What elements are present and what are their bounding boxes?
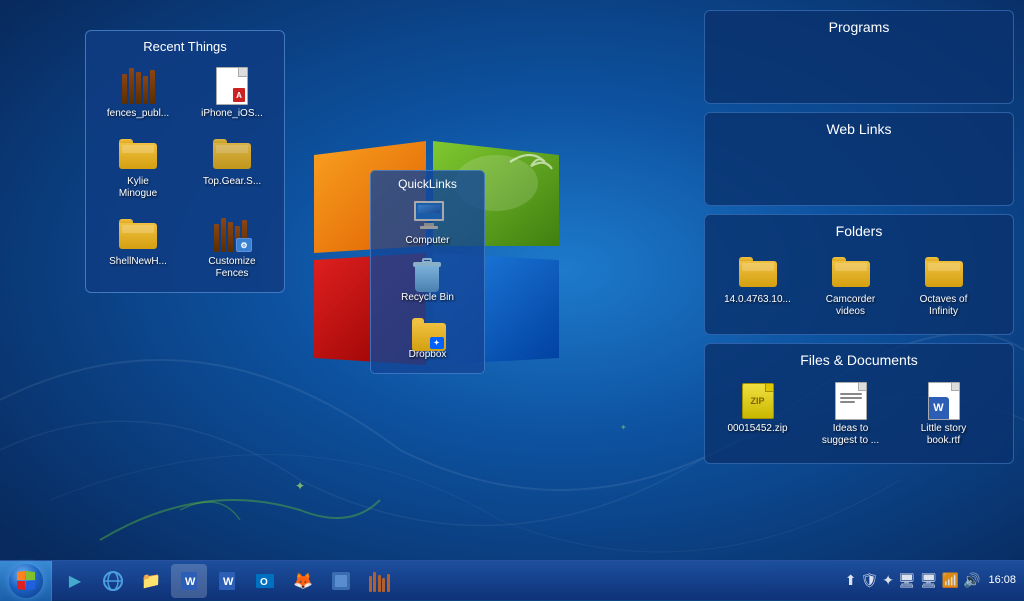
taskbar-explorer[interactable]: 📁 [133,564,169,598]
taskbar-firefox[interactable]: 🦊 [285,564,321,598]
word-doc-icon: W [924,381,964,421]
folders-icons-row: 14.0.4763.10... Camcordervideos [715,244,1003,326]
fences-icon [118,66,158,106]
folder-camcorder-label: Camcordervideos [826,294,875,318]
svg-text:W: W [223,576,234,588]
folder-octaves-icon [924,252,964,292]
recent-fences[interactable]: fences_publ... [94,62,182,124]
taskbar-items: ▶ 📁 W W [52,564,837,598]
start-orb [9,564,43,598]
recent-things-grid: fences_publ... A iPhone_iOS... KylieMino… [94,62,276,284]
folder-14-label: 14.0.4763.10... [724,294,791,306]
unknown-icon [330,570,352,592]
folder-octaves-label: Octaves ofInfinity [920,294,968,318]
taskbar-outlook[interactable]: O [247,564,283,598]
taskbar-fences[interactable] [361,564,397,598]
outlook-icon: O [254,570,276,592]
recycle-bin-icon [412,258,444,290]
tray-upload-icon[interactable]: ⬆ [845,572,857,589]
word2-icon: W [216,570,238,592]
right-panels: Programs Web Links Folders 14.0.4763.10.… [704,10,1014,464]
tray-star-icon[interactable]: ✦ [882,572,894,589]
taskbar-media-player[interactable]: ▶ [57,564,93,598]
folders-panel: Folders 14.0.4763.10... [704,214,1014,335]
recent-kylie-label: KylieMinogue [119,176,157,200]
programs-title: Programs [715,19,1003,35]
recent-iphone-label: iPhone_iOS... [201,108,263,120]
recent-customize-label: CustomizeFences [208,256,255,280]
web-links-panel: Web Links [704,112,1014,206]
files-docs-panel: Files & Documents ZIP 00015452.zip [704,343,1014,464]
files-docs-title: Files & Documents [715,352,1003,368]
taskbar-word2[interactable]: W [209,564,245,598]
quicklinks-recycle[interactable]: Recycle Bin [377,253,478,308]
recent-fences-label: fences_publ... [107,108,169,120]
quicklinks-computer[interactable]: Computer [377,196,478,251]
file-zip-label: 00015452.zip [727,423,787,435]
tray-time: 16:08 [988,573,1016,587]
web-links-title: Web Links [715,121,1003,137]
folder-camcorder[interactable]: Camcordervideos [808,248,893,322]
start-windows-icon [15,570,37,592]
tray-monitor-icon[interactable]: 🖥 [898,572,916,589]
recent-topgear[interactable]: Top.Gear.S... [188,130,276,204]
folder-14[interactable]: 14.0.4763.10... [715,248,800,322]
iphone-doc-icon: A [212,66,252,106]
ie-icon [102,570,124,592]
taskbar-ie[interactable] [95,564,131,598]
recent-shell-label: ShellNewH... [109,256,167,268]
shell-folder-icon [118,214,158,254]
taskbar-tray: ⬆ 🛡 ✦ 🖥 🖥 📶 🔊 16:08 [837,572,1024,589]
dropbox-icon: ✦ [412,315,444,347]
file-word[interactable]: W Little storybook.rtf [901,377,986,451]
ideas-doc-icon [831,381,871,421]
web-links-content [715,142,1003,197]
folder-camcorder-icon [831,252,871,292]
quicklinks-dropbox[interactable]: ✦ Dropbox [377,310,478,365]
customize-fences-icon: ⚙ [212,214,252,254]
folders-title: Folders [715,223,1003,239]
start-button[interactable] [0,561,52,601]
zip-icon: ZIP [738,381,778,421]
svg-text:✦: ✦ [620,423,627,432]
quicklinks-recycle-label: Recycle Bin [401,292,454,303]
computer-monitor-icon [412,201,444,233]
recent-things-title: Recent Things [94,39,276,54]
quicklinks-panel: QuickLinks Computer Recycle Bin [370,170,485,374]
folder-octaves[interactable]: Octaves ofInfinity [901,248,986,322]
taskbar: ▶ 📁 W W [0,560,1024,600]
recent-things-panel: Recent Things fences_publ... A [85,30,285,293]
tray-shield-icon[interactable]: 🛡 [861,572,879,589]
svg-text:O: O [260,577,268,588]
folder-14-icon [738,252,778,292]
file-ideas[interactable]: Ideas tosuggest to ... [808,377,893,451]
recent-shell[interactable]: ShellNewH... [94,210,182,284]
file-ideas-label: Ideas tosuggest to ... [822,423,879,447]
programs-content [715,40,1003,95]
file-zip[interactable]: ZIP 00015452.zip [715,377,800,451]
tray-monitor2-icon[interactable]: 🖥 [920,572,938,589]
recent-iphone[interactable]: A iPhone_iOS... [188,62,276,124]
file-word-label: Little storybook.rtf [921,423,967,447]
folders-content: 14.0.4763.10... Camcordervideos [715,244,1003,326]
word1-icon: W [178,570,200,592]
kylie-folder-icon [118,134,158,174]
taskbar-word1[interactable]: W [171,564,207,598]
tray-network-icon[interactable]: 📶 [942,572,959,589]
files-docs-content: ZIP 00015452.zip [715,373,1003,455]
recent-kylie[interactable]: KylieMinogue [94,130,182,204]
recent-topgear-label: Top.Gear.S... [203,176,261,188]
quicklinks-computer-label: Computer [406,235,450,246]
svg-text:W: W [185,576,196,588]
recent-customize[interactable]: ⚙ CustomizeFences [188,210,276,284]
files-docs-icons-row: ZIP 00015452.zip [715,373,1003,455]
taskbar-unknown[interactable] [323,564,359,598]
svg-text:✦: ✦ [295,479,305,493]
quicklinks-title: QuickLinks [377,177,478,191]
tray-volume-icon[interactable]: 🔊 [963,572,980,589]
topgear-folder-icon [212,134,252,174]
programs-panel: Programs [704,10,1014,104]
